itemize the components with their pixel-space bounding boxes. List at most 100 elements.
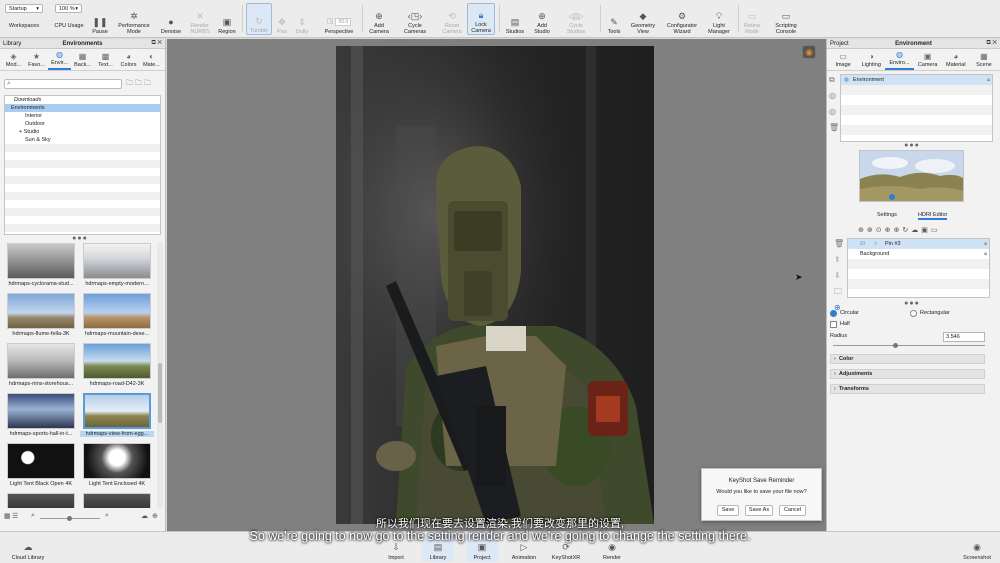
panel-close-icon[interactable]: ⧉ ✕ <box>151 40 162 47</box>
tree-item[interactable]: Sun & Sky <box>5 136 160 144</box>
section-adjustments[interactable]: Adjustments <box>830 369 985 379</box>
library-thumbnail[interactable]: Light Tent Black Open 4K <box>4 443 78 487</box>
tree-item[interactable]: Outdoor <box>5 120 160 128</box>
performance-mode-button[interactable]: ✲ Performance Mode <box>114 3 154 35</box>
lock-icon[interactable]: 🔒︎ <box>987 75 990 85</box>
radius-slider[interactable] <box>833 345 985 346</box>
tab-environment[interactable]: ◍ Enviro... <box>885 49 914 70</box>
resize-handle[interactable]: ●●● <box>60 235 100 242</box>
pin-visible-checkbox[interactable]: ☑ <box>860 239 865 249</box>
library-search-input[interactable]: ⌕ <box>4 79 122 89</box>
cycle-cameras-button[interactable]: ‹◳› Cycle Cameras <box>398 3 432 35</box>
library-scrollbar[interactable] <box>157 243 163 508</box>
configurator-wizard-button[interactable]: ⚙ Configurator Wizard <box>662 3 702 35</box>
library-thumbnail[interactable]: hdrmaps-view-from-egg... <box>80 393 154 437</box>
library-thumbnail[interactable]: Light Tent Enclosed 4K <box>80 443 154 487</box>
tab-hdri-editor[interactable]: HDRI Editor <box>918 212 948 220</box>
add-studio-button[interactable]: ⊕ Add Studio <box>530 3 554 35</box>
tab-image[interactable]: ▭ Image <box>829 49 857 70</box>
panel-close-icon[interactable]: ⧉ ✕ <box>986 40 997 47</box>
dolly-button[interactable]: ⇕ Dolly <box>292 3 312 35</box>
tab-environments[interactable]: ◍ Envir... <box>48 49 71 70</box>
add-camera-button[interactable]: ⊕ Add Camera <box>366 3 392 35</box>
radius-input[interactable]: 3.546 <box>943 332 985 342</box>
folder-icon[interactable]: 🗀︎ <box>834 284 844 300</box>
library-thumbnail[interactable] <box>80 493 154 508</box>
new-folder-icon[interactable]: 🗀︎ <box>135 80 144 87</box>
tab-materials[interactable]: ◐ Mate... <box>140 49 163 70</box>
denoise-button[interactable]: ● Denoise <box>158 3 184 35</box>
tab-backplates[interactable]: ▦ Back... <box>71 49 94 70</box>
perspective-control[interactable]: ◳ 50.0 Perspective <box>320 3 358 35</box>
resize-handle[interactable]: ●●● <box>892 142 932 149</box>
lock-camera-button[interactable]: 🔒︎ Lock Camera <box>467 3 495 35</box>
move-up-icon[interactable]: ⬆ <box>834 252 844 268</box>
rectangular-radio[interactable] <box>910 310 917 317</box>
radius-slider-knob[interactable] <box>893 343 898 348</box>
zoom-select[interactable]: 100 % ▾ <box>55 4 82 13</box>
trash-icon[interactable]: 🗑︎ <box>834 236 844 252</box>
tab-scene[interactable]: ▦ Scene <box>970 49 998 70</box>
scripting-console-button[interactable]: ▭ Scripting Console <box>768 3 804 35</box>
render-status-icon[interactable]: ◉ <box>802 45 816 59</box>
pause-button[interactable]: ❚❚ Pause <box>90 3 110 35</box>
cycle-studios-button[interactable]: ‹▤› Cycle Studios <box>562 3 590 35</box>
fov-field[interactable]: ◳ 50.0 <box>322 16 356 27</box>
tab-camera[interactable]: ▣ Camera <box>914 49 942 70</box>
trash-icon[interactable]: 🗑︎ <box>829 120 839 136</box>
lock-icon[interactable]: 🔒︎ <box>984 249 987 259</box>
folder-options-icon[interactable]: 🗀︎ <box>144 80 153 87</box>
geometry-view-button[interactable]: ◆ Geometry View <box>628 3 658 35</box>
tumble-button[interactable]: ↻ Tumble <box>246 3 272 35</box>
add-pin-icon[interactable]: ⊕ <box>858 227 867 234</box>
library-thumbnail[interactable]: hdrmaps-mountain-dese... <box>80 293 154 337</box>
sun-pin-icon[interactable]: ⊙ <box>876 227 885 234</box>
render-viewport[interactable]: ◉ ➤ <box>167 39 826 531</box>
pin-icon[interactable]: ⊕ <box>867 227 876 234</box>
tab-settings[interactable]: Settings <box>877 212 897 218</box>
library-thumbnail[interactable]: hdrmaps-cyclorama-stud... <box>4 243 78 287</box>
library-thumbnail[interactable] <box>4 493 78 508</box>
retina-mode-button[interactable]: ▭ Retina Mode <box>741 3 763 35</box>
rotate-icon[interactable]: ↻ <box>902 227 911 234</box>
tab-favorites[interactable]: ★ Favo... <box>25 49 48 70</box>
resize-handle[interactable]: ●●● <box>892 300 932 307</box>
globe-icon[interactable]: ◎ <box>829 88 839 104</box>
library-folder-tools[interactable]: 🗀︎🗀︎🗀︎ <box>126 79 153 90</box>
library-thumbnail[interactable]: hdrmaps-sports-hall-in-t... <box>4 393 78 437</box>
tab-textures[interactable]: ▩ Text... <box>94 49 117 70</box>
tree-item[interactable]: + Studio <box>5 128 160 136</box>
studios-button[interactable]: ▤ Studios <box>503 3 527 35</box>
scrollbar-thumb[interactable] <box>158 363 162 423</box>
library-thumbnail[interactable]: hdrmaps-rims-storehous... <box>4 343 78 387</box>
library-thumbnail[interactable]: hdrmaps-road-D42-3K <box>80 343 154 387</box>
cloud-icon[interactable]: ☁ <box>911 227 921 234</box>
tab-colors[interactable]: ◕ Colors <box>117 49 140 70</box>
hdri-preview[interactable] <box>859 150 964 202</box>
lock-icon[interactable]: 🔒︎ <box>984 239 987 249</box>
library-thumbnail[interactable]: hdrmaps-flume-fella-3K <box>4 293 78 337</box>
pin-item[interactable]: ☑ ○ Pin #3 🔒︎ <box>848 239 989 249</box>
tree-item[interactable]: Environments <box>5 104 160 112</box>
reset-camera-button[interactable]: ⟲ Reset Camera <box>438 3 466 35</box>
region-button[interactable]: ▣ Region <box>216 3 238 35</box>
image-pin-icon[interactable]: ⊕ <box>885 227 894 234</box>
tools-button[interactable]: ✎ Tools <box>604 3 624 35</box>
pin-item[interactable]: Background 🔒︎ <box>848 249 989 259</box>
light-manager-button[interactable]: 💡︎ Light Manager <box>704 3 734 35</box>
move-down-icon[interactable]: ⬇ <box>834 268 844 284</box>
tree-item[interactable]: Downloads <box>5 96 160 104</box>
workspace-select[interactable]: Startup ▾ <box>5 4 43 13</box>
half-checkbox[interactable] <box>830 321 837 328</box>
tree-item[interactable]: Interior <box>5 112 160 120</box>
duplicate-icon[interactable]: ⧉ <box>829 72 839 88</box>
tab-models[interactable]: ◈ Mod... <box>2 49 25 70</box>
pan-button[interactable]: ✥ Pan <box>274 3 290 35</box>
camera-icon[interactable]: ▭ <box>931 227 941 234</box>
bus-icon[interactable]: ▣ <box>921 227 931 234</box>
globe-add-icon[interactable]: ◎ <box>829 104 839 120</box>
library-thumbnail[interactable]: hdrmaps-empty-modern... <box>80 243 154 287</box>
tab-material[interactable]: ◕ Material <box>942 49 970 70</box>
render-nurbs-button[interactable]: ✕ Render NURBS <box>187 3 213 35</box>
section-transforms[interactable]: Transforms <box>830 384 985 394</box>
